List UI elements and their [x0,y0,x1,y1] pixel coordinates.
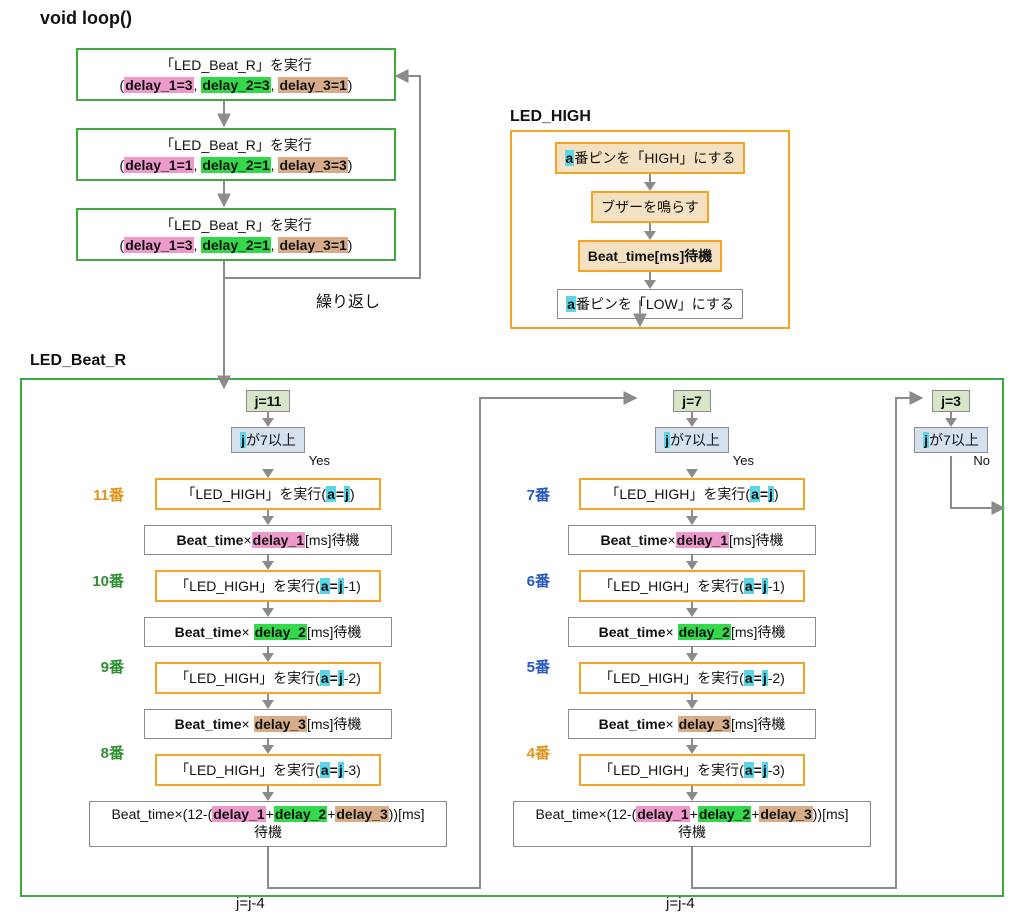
c2-exec-2: 「LED_HIGH」を実行(a=j-1) [579,570,805,602]
j-cond-3: jが7以上 [914,427,988,453]
c1-exec-2: 「LED_HIGH」を実行(a=j-1) [155,570,381,602]
no-label-3: No [973,453,990,468]
loopupd-1: j=j-4 [236,895,265,912]
ledhigh-step3: Beat_time[ms]待機 [578,240,722,272]
c2-exec-1: 「LED_HIGH」を実行(a=j) [579,478,805,510]
loop-call-3: 「LED_Beat_R」を実行 (delay_1=3, delay_2=1, d… [76,208,396,261]
loop-call-2-params: (delay_1=1, delay_2=1, delay_3=3) [88,156,384,176]
loop-call-1-header: 「LED_Beat_R」を実行 [88,56,384,76]
c2-wait-1: Beat_time×delay_1[ms]待機 [568,525,816,555]
loop-call-3-params: (delay_1=3, delay_2=1, delay_3=1) [88,236,384,256]
repeat-label: 繰り返し [316,288,380,312]
diagram-page: void loop() LED_HIGH LED_Beat_R 「LED_Bea… [0,0,1024,919]
j-init-3: j=3 [932,390,970,412]
yes-label-1: Yes [309,453,330,468]
c1-wait-3: Beat_time× delay_3[ms]待機 [144,709,392,739]
beatr-col-3: j=3 jが7以上 No [908,390,994,471]
ledhigh-step2: ブザーを鳴らす [591,191,709,223]
title-led-high: LED_HIGH [510,108,591,126]
c1-lbl-8: 8番 [74,742,124,763]
c2-exec-4: 「LED_HIGH」を実行(a=j-3) [579,754,805,786]
j-init-1: j=11 [246,390,291,412]
c1-lbl-9: 9番 [74,656,124,677]
c1-exec-1: 「LED_HIGH」を実行(a=j) [155,478,381,510]
j-cond-2: jが7以上 [655,427,729,453]
c2-lbl-5: 5番 [500,656,550,677]
loop-call-2: 「LED_Beat_R」を実行 (delay_1=1, delay_2=1, d… [76,128,396,181]
c1-lbl-11: 11番 [74,484,124,505]
c1-exec-4: 「LED_HIGH」を実行(a=j-3) [155,754,381,786]
ledhigh-step4: a番ピンを「LOW」にする [557,289,743,319]
c2-wait-2: Beat_time× delay_2[ms]待機 [568,617,816,647]
c2-lbl-4: 4番 [500,742,550,763]
j-cond-1: jが7以上 [231,427,305,453]
led-high-box: a番ピンを「HIGH」にする ブザーを鳴らす Beat_time[ms]待機 a… [510,130,790,329]
loopupd-2: j=j-4 [666,895,695,912]
beatr-col-2: j=7 jが7以上 Yes 「LED_HIGH」を実行(a=j) Beat_ti… [512,390,872,847]
c1-lbl-10: 10番 [74,570,124,591]
c2-exec-3: 「LED_HIGH」を実行(a=j-2) [579,662,805,694]
c2-lbl-7: 7番 [500,484,550,505]
title-led-beat-r: LED_Beat_R [30,352,126,370]
c1-wait-1: Beat_time×delay_1[ms]待機 [144,525,392,555]
c2-lbl-6: 6番 [500,570,550,591]
title-void-loop: void loop() [40,8,132,29]
loop-call-1: 「LED_Beat_R」を実行 (delay_1=3, delay_2=3, d… [76,48,396,101]
j-init-2: j=7 [673,390,711,412]
c1-wait-final: Beat_time×(12-(delay_1+delay_2+delay_3))… [89,801,447,847]
loop-call-3-header: 「LED_Beat_R」を実行 [88,216,384,236]
beatr-col-1: j=11 jが7以上 Yes 「LED_HIGH」を実行(a=j) Beat_t… [88,390,448,847]
c2-wait-final: Beat_time×(12-(delay_1+delay_2+delay_3))… [513,801,871,847]
c1-wait-2: Beat_time× delay_2[ms]待機 [144,617,392,647]
c1-exec-3: 「LED_HIGH」を実行(a=j-2) [155,662,381,694]
loop-call-2-header: 「LED_Beat_R」を実行 [88,136,384,156]
yes-label-2: Yes [733,453,754,468]
loop-call-1-params: (delay_1=3, delay_2=3, delay_3=1) [88,76,384,96]
c2-wait-3: Beat_time× delay_3[ms]待機 [568,709,816,739]
ledhigh-step1: a番ピンを「HIGH」にする [555,142,746,174]
